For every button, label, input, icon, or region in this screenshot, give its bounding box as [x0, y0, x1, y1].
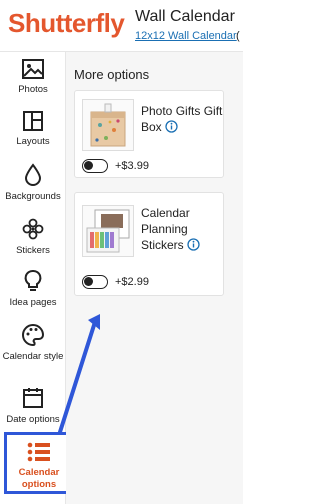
sidebar-item-label: Backgrounds [5, 191, 61, 202]
droplet-icon [24, 163, 42, 186]
sidebar-item-label: Stickers [16, 245, 50, 256]
sidebar-item-date-options[interactable]: Date options [0, 386, 66, 426]
image-icon [22, 59, 44, 79]
sidebar-item-label: Calendar style [2, 351, 64, 362]
sidebar-item-label: Layouts [16, 136, 50, 147]
sidebar-item-calendar-options[interactable]: Calendar options [4, 432, 74, 494]
option-card-planning-stickers[interactable]: Calendar Planning Stickers +$2.99 [74, 192, 224, 296]
product-size-link[interactable]: 12x12 Wall Calendar [135, 30, 237, 42]
sidebar-item-label: Date options [6, 414, 60, 425]
product-paren: ( [236, 30, 240, 42]
option-card-gift-box[interactable]: Photo Gifts Gift Box +$3.99 [74, 90, 224, 178]
sidebar: Photos Layouts Backgrounds Stickers Idea… [0, 52, 74, 504]
gift-box-thumbnail [82, 99, 134, 151]
option-price: +$3.99 [115, 160, 149, 172]
product-title: Wall Calendar [135, 8, 235, 25]
app-header: Shutterfly Wall Calendar 12x12 Wall Cale… [0, 0, 243, 52]
sidebar-item-layouts[interactable]: Layouts [0, 110, 66, 148]
sidebar-item-idea-pages[interactable]: Idea pages [0, 269, 66, 309]
shutterfly-logo[interactable]: Shutterfly [8, 8, 125, 39]
palette-icon [22, 323, 45, 347]
info-icon[interactable] [187, 238, 200, 251]
option-name: Calendar Planning Stickers [141, 205, 223, 253]
layout-icon [23, 111, 43, 131]
sidebar-item-stickers[interactable]: Stickers [0, 217, 66, 257]
calendar-icon [23, 388, 43, 408]
info-icon[interactable] [165, 120, 178, 133]
sidebar-item-label: Photos [18, 84, 48, 95]
lightbulb-icon [24, 270, 42, 291]
planning-stickers-thumbnail [82, 205, 134, 257]
planning-stickers-toggle[interactable] [82, 275, 108, 289]
sidebar-item-label: Idea pages [9, 297, 57, 308]
sidebar-item-photos[interactable]: Photos [0, 58, 66, 96]
options-panel: More options Photo Gifts Gift Box +$3.99… [66, 52, 243, 504]
list-icon [27, 442, 50, 462]
option-price: +$2.99 [115, 276, 149, 288]
option-name: Photo Gifts Gift Box [141, 104, 223, 134]
panel-title: More options [74, 67, 150, 82]
sidebar-item-label: Calendar options [18, 467, 60, 490]
sticker-icon [22, 218, 44, 240]
gift-box-toggle[interactable] [82, 159, 108, 173]
sidebar-item-backgrounds[interactable]: Backgrounds [0, 163, 66, 203]
sidebar-item-calendar-style[interactable]: Calendar style [0, 323, 66, 363]
